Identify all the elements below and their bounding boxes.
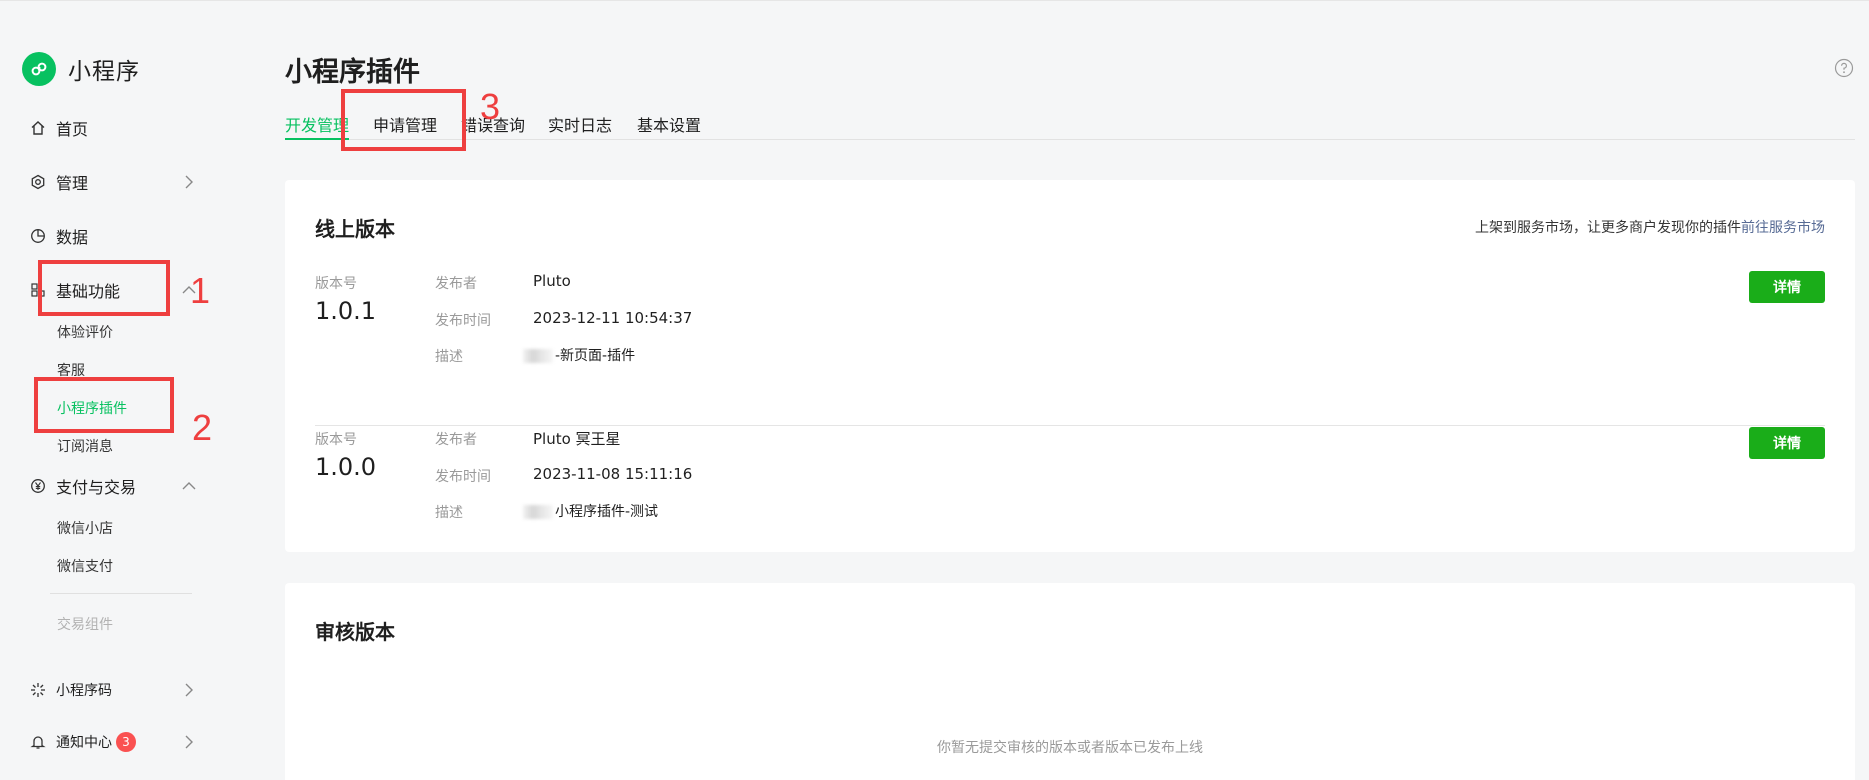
annotation-number-3: 3 — [480, 86, 501, 127]
sidebar-divider — [50, 593, 192, 594]
top-border — [0, 0, 1869, 1]
publisher-label: 发布者 — [435, 432, 477, 448]
sidebar-subitem-experience-review[interactable]: 体验评价 — [57, 322, 113, 342]
sidebar-item-label: 首页 — [56, 120, 89, 139]
hint-text: 上架到服务市场，让更多商户发现你的插件 — [1475, 220, 1741, 236]
service-market-hint: 上架到服务市场，让更多商户发现你的插件前往服务市场 — [1475, 217, 1825, 237]
sidebar-subitem-wechat-pay[interactable]: 微信支付 — [57, 556, 113, 576]
app-logo[interactable]: 小程序 — [22, 52, 140, 86]
version-label: 版本号 — [315, 276, 357, 292]
sidebar-item-home[interactable]: 首页 — [28, 113, 198, 143]
sidebar-item-label: 小程序码 — [56, 683, 112, 699]
sidebar-item-qrcode[interactable]: 小程序码 — [28, 675, 198, 705]
annotation-box-2 — [34, 377, 174, 433]
sidebar-item-label: 管理 — [56, 174, 89, 193]
sidebar-item-label: 通知中心 — [56, 735, 112, 751]
sidebar-item-notification-center[interactable]: 通知中心 3 — [28, 727, 198, 757]
notification-count-badge: 3 — [116, 732, 136, 752]
service-market-link[interactable]: 前往服务市场 — [1741, 220, 1825, 236]
blurred-text — [523, 505, 553, 519]
version-row: 版本号 1.0.1 发布者 Pluto 发布时间 2023-12-11 10:5… — [315, 271, 1825, 413]
publish-time-value: 2023-12-11 10:54:37 — [533, 309, 693, 327]
sidebar-subitem-transaction-component: 交易组件 — [57, 617, 113, 633]
page-tabs: 开发管理 申请管理 错误查询 实时日志 基本设置 — [285, 108, 1855, 140]
help-icon[interactable] — [1834, 58, 1854, 78]
publisher-value: Pluto — [533, 272, 571, 290]
pie-chart-icon — [28, 226, 48, 246]
version-label: 版本号 — [315, 432, 357, 448]
annotation-box-1 — [38, 260, 170, 316]
sidebar-item-payment[interactable]: 支付与交易 — [28, 471, 198, 501]
miniprogram-logo-icon — [22, 52, 56, 86]
detail-button[interactable]: 详情 — [1749, 271, 1825, 303]
yuan-coin-icon — [28, 476, 48, 496]
online-version-card: 线上版本 上架到服务市场，让更多商户发现你的插件前往服务市场 版本号 1.0.1… — [285, 180, 1855, 552]
sidebar-subitem-subscribe-message[interactable]: 订阅消息 — [57, 436, 113, 456]
sidebar-item-label: 支付与交易 — [56, 478, 137, 497]
page-title: 小程序插件 — [285, 57, 420, 88]
version-row: 版本号 1.0.0 发布者 Pluto 冥王星 发布时间 2023-11-08 … — [315, 427, 1825, 569]
description-label: 描述 — [435, 349, 463, 365]
publish-time-value: 2023-11-08 15:11:16 — [533, 465, 693, 483]
version-divider — [315, 425, 1825, 426]
bell-icon — [28, 732, 48, 752]
tab-basic-settings[interactable]: 基本设置 — [637, 112, 701, 136]
chevron-right-icon — [180, 681, 198, 699]
tab-dev-management[interactable]: 开发管理 — [285, 112, 349, 136]
description-value: -新页面-插件 — [523, 345, 635, 365]
chevron-right-icon — [180, 733, 198, 751]
description-text: 小程序插件-测试 — [555, 504, 659, 520]
qrcode-sun-icon — [28, 680, 48, 700]
publish-time-label: 发布时间 — [435, 469, 491, 485]
sidebar-item-data[interactable]: 数据 — [28, 221, 198, 251]
sidebar-item-manage[interactable]: 管理 — [28, 167, 198, 197]
review-version-card: 审核版本 你暂无提交审核的版本或者版本已发布上线 — [285, 583, 1855, 780]
card-title: 线上版本 — [315, 217, 395, 241]
annotation-box-3 — [341, 89, 466, 151]
publisher-label: 发布者 — [435, 276, 477, 292]
publish-time-label: 发布时间 — [435, 313, 491, 329]
annotation-number-2: 2 — [192, 407, 213, 448]
version-number: 1.0.1 — [315, 297, 377, 325]
settings-hexagon-icon — [28, 172, 48, 192]
description-value: 小程序插件-测试 — [523, 501, 658, 521]
chevron-up-icon — [180, 477, 198, 495]
annotation-number-1: 1 — [190, 270, 211, 311]
detail-button[interactable]: 详情 — [1749, 427, 1825, 459]
home-icon — [28, 118, 48, 138]
sidebar-item-label: 数据 — [56, 228, 89, 247]
description-label: 描述 — [435, 505, 463, 521]
sidebar-subitem-wechat-shop[interactable]: 微信小店 — [57, 518, 113, 538]
card-title: 审核版本 — [315, 620, 395, 644]
empty-state-text: 你暂无提交审核的版本或者版本已发布上线 — [937, 740, 1203, 756]
publisher-value: Pluto 冥王星 — [533, 430, 621, 448]
tab-realtime-log[interactable]: 实时日志 — [548, 112, 612, 136]
description-text: -新页面-插件 — [555, 348, 636, 364]
active-tab-indicator — [285, 138, 349, 140]
app-name: 小程序 — [68, 59, 140, 85]
chevron-right-icon — [180, 173, 198, 191]
version-number: 1.0.0 — [315, 453, 377, 481]
blurred-text — [523, 349, 553, 363]
